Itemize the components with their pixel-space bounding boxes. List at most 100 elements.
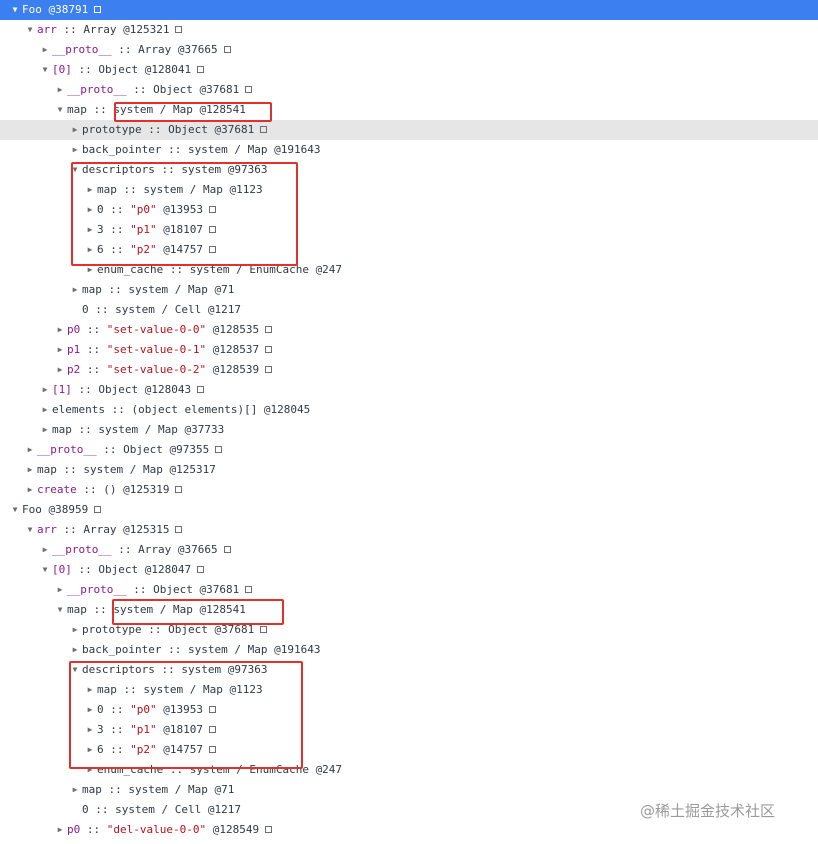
expand-triangle-icon[interactable]: ▼ (40, 60, 50, 80)
tree-row[interactable]: ▶ map :: system / Map @71 (0, 280, 818, 300)
reveal-in-summary-icon[interactable] (223, 545, 231, 553)
collapse-triangle-icon[interactable]: ▶ (55, 820, 65, 840)
collapse-triangle-icon[interactable]: ▶ (85, 220, 95, 240)
reveal-in-summary-icon[interactable] (260, 125, 268, 133)
tree-row[interactable]: ▶ p1 :: "set-value-0-1" @128537 (0, 340, 818, 360)
tree-row[interactable]: ▼ Foo @38791 (0, 0, 818, 20)
expand-triangle-icon[interactable]: ▼ (70, 660, 80, 680)
collapse-triangle-icon[interactable]: ▶ (70, 640, 80, 660)
collapse-triangle-icon[interactable]: ▶ (25, 440, 35, 460)
reveal-in-summary-icon[interactable] (208, 705, 216, 713)
collapse-triangle-icon[interactable]: ▶ (40, 420, 50, 440)
tree-row[interactable]: ▼ descriptors :: system @97363 (0, 160, 818, 180)
expand-triangle-icon[interactable]: ▼ (55, 100, 65, 120)
tree-row[interactable]: ▶ elements :: (object elements)[] @128045 (0, 400, 818, 420)
tree-row[interactable]: ▼ arr :: Array @125321 (0, 20, 818, 40)
reveal-in-summary-icon[interactable] (208, 745, 216, 753)
collapse-triangle-icon[interactable]: ▶ (70, 140, 80, 160)
reveal-in-summary-icon[interactable] (197, 385, 205, 393)
collapse-triangle-icon[interactable]: ▶ (85, 680, 95, 700)
collapse-triangle-icon[interactable]: ▶ (70, 120, 80, 140)
tree-row[interactable]: ▶ __proto__ :: Object @37681 (0, 580, 818, 600)
tree-row[interactable]: ▶ enum_cache :: system / EnumCache @247 (0, 760, 818, 780)
reveal-in-summary-icon[interactable] (245, 85, 253, 93)
expand-triangle-icon[interactable]: ▼ (40, 560, 50, 580)
reveal-in-summary-icon[interactable] (260, 625, 268, 633)
tree-row[interactable]: ▶ back_pointer :: system / Map @191643 (0, 140, 818, 160)
reveal-in-summary-icon[interactable] (265, 825, 273, 833)
reveal-in-summary-icon[interactable] (175, 485, 183, 493)
collapse-triangle-icon[interactable]: ▶ (85, 240, 95, 260)
tree-row[interactable]: ▶ __proto__ :: Object @97355 (0, 440, 818, 460)
tree-row[interactable]: ▶ [1] :: Object @128043 (0, 380, 818, 400)
tree-row[interactable]: ▼ Foo @38959 (0, 500, 818, 520)
tree-row[interactable]: ▶ create :: () @125319 (0, 480, 818, 500)
tree-row[interactable]: ▼ map :: system / Map @128541 (0, 100, 818, 120)
collapse-triangle-icon[interactable]: ▶ (85, 180, 95, 200)
reveal-in-summary-icon[interactable] (175, 25, 183, 33)
tree-row[interactable]: ▼ [0] :: Object @128041 (0, 60, 818, 80)
collapse-triangle-icon[interactable]: ▶ (70, 780, 80, 800)
reveal-in-summary-icon[interactable] (175, 525, 183, 533)
tree-row[interactable]: ▼ descriptors :: system @97363 (0, 660, 818, 680)
reveal-in-summary-icon[interactable] (223, 45, 231, 53)
collapse-triangle-icon[interactable]: ▶ (25, 480, 35, 500)
reveal-in-summary-icon[interactable] (208, 205, 216, 213)
collapse-triangle-icon[interactable]: ▶ (40, 400, 50, 420)
collapse-triangle-icon[interactable]: ▶ (85, 760, 95, 780)
collapse-triangle-icon[interactable]: ▶ (40, 540, 50, 560)
collapse-triangle-icon[interactable]: ▶ (40, 40, 50, 60)
tree-row[interactable]: ▼ arr :: Array @125315 (0, 520, 818, 540)
reveal-in-summary-icon[interactable] (94, 5, 102, 13)
collapse-triangle-icon[interactable]: ▶ (85, 200, 95, 220)
collapse-triangle-icon[interactable]: ▶ (85, 720, 95, 740)
collapse-triangle-icon[interactable]: ▶ (55, 320, 65, 340)
tree-row[interactable]: ▶ prototype :: Object @37681 (0, 620, 818, 640)
collapse-triangle-icon[interactable]: ▶ (55, 360, 65, 380)
collapse-triangle-icon[interactable]: ▶ (85, 740, 95, 760)
tree-row[interactable]: ▶ 6 :: "p2" @14757 (0, 740, 818, 760)
expand-triangle-icon[interactable]: ▼ (70, 160, 80, 180)
tree-row[interactable]: ▼ [0] :: Object @128047 (0, 560, 818, 580)
collapse-triangle-icon[interactable]: ▶ (70, 280, 80, 300)
expand-triangle-icon[interactable]: ▼ (10, 0, 20, 20)
tree-row[interactable]: ▶ map :: system / Map @71 (0, 780, 818, 800)
collapse-triangle-icon[interactable]: ▶ (85, 260, 95, 280)
tree-row[interactable]: ▶ 6 :: "p2" @14757 (0, 240, 818, 260)
tree-row[interactable]: ▶ __proto__ :: Object @37681 (0, 80, 818, 100)
collapse-triangle-icon[interactable]: ▶ (55, 80, 65, 100)
reveal-in-summary-icon[interactable] (265, 345, 273, 353)
reveal-in-summary-icon[interactable] (265, 325, 273, 333)
collapse-triangle-icon[interactable]: ▶ (70, 620, 80, 640)
tree-row[interactable]: ▶ back_pointer :: system / Map @191643 (0, 640, 818, 660)
expand-triangle-icon[interactable]: ▼ (25, 20, 35, 40)
tree-row[interactable]: ▶ __proto__ :: Array @37665 (0, 40, 818, 60)
reveal-in-summary-icon[interactable] (197, 65, 205, 73)
tree-row[interactable]: ▶ 3 :: "p1" @18107 (0, 220, 818, 240)
tree-row[interactable]: ▶ p0 :: "del-value-0-0" @128549 (0, 820, 818, 840)
reveal-in-summary-icon[interactable] (208, 245, 216, 253)
collapse-triangle-icon[interactable]: ▶ (40, 380, 50, 400)
tree-row[interactable]: ▶ 0 :: "p0" @13953 (0, 200, 818, 220)
collapse-triangle-icon[interactable]: ▶ (25, 460, 35, 480)
tree-row[interactable]: ▶ map :: system / Map @37733 (0, 420, 818, 440)
expand-triangle-icon[interactable]: ▼ (10, 500, 20, 520)
reveal-in-summary-icon[interactable] (208, 225, 216, 233)
reveal-in-summary-icon[interactable] (265, 365, 273, 373)
tree-row[interactable]: ▶ p0 :: "set-value-0-0" @128535 (0, 320, 818, 340)
collapse-triangle-icon[interactable]: ▶ (55, 580, 65, 600)
reveal-in-summary-icon[interactable] (245, 585, 253, 593)
tree-row[interactable]: ▶ 0 :: "p0" @13953 (0, 700, 818, 720)
tree-row[interactable]: ▶ __proto__ :: Array @37665 (0, 540, 818, 560)
reveal-in-summary-icon[interactable] (94, 505, 102, 513)
expand-triangle-icon[interactable]: ▼ (25, 520, 35, 540)
expand-triangle-icon[interactable]: ▼ (55, 600, 65, 620)
tree-row[interactable]: ▶ map :: system / Map @125317 (0, 460, 818, 480)
reveal-in-summary-icon[interactable] (215, 445, 223, 453)
tree-row[interactable]: ▶ prototype :: Object @37681 (0, 120, 818, 140)
reveal-in-summary-icon[interactable] (197, 565, 205, 573)
tree-row[interactable]: ▶ 3 :: "p1" @18107 (0, 720, 818, 740)
tree-row[interactable]: ▼ map :: system / Map @128541 (0, 600, 818, 620)
reveal-in-summary-icon[interactable] (208, 725, 216, 733)
tree-row[interactable]: ▶ p2 :: "set-value-0-2" @128539 (0, 360, 818, 380)
